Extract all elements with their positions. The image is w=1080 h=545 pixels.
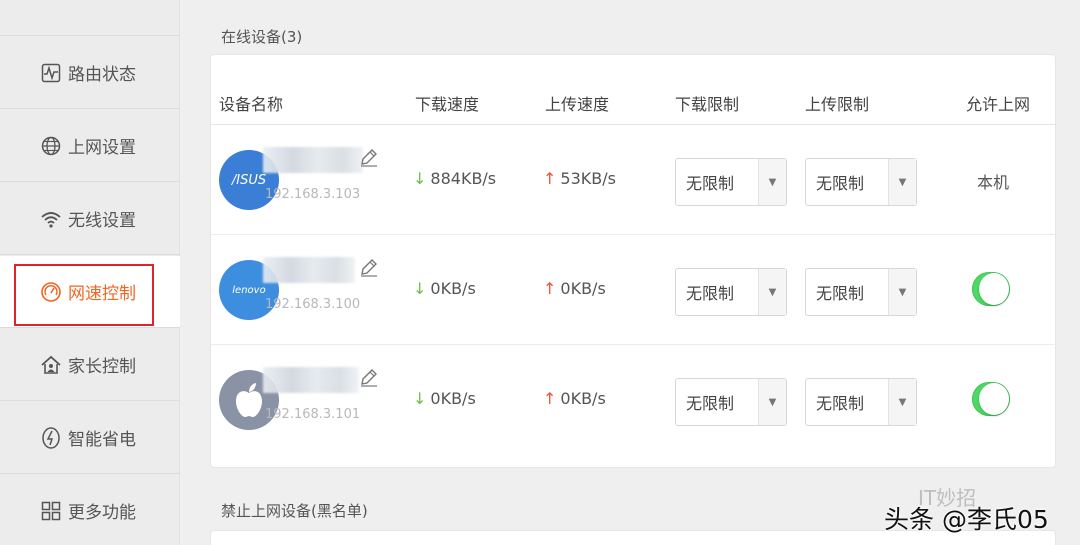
arrow-up-icon: ↑ [543, 389, 557, 408]
sidebar-item-more-functions[interactable]: 更多功能 [0, 475, 180, 545]
caret-down-icon: ▼ [758, 269, 786, 315]
download-limit-select[interactable]: 无限制 ▼ [675, 268, 787, 316]
header-upload-limit: 上传限制 [805, 95, 870, 114]
grid-icon [40, 500, 62, 522]
upload-speed: ↑ 0KB/s [543, 389, 606, 408]
power-save-icon [40, 426, 62, 449]
header-download-speed: 下载速度 [415, 95, 480, 114]
sidebar-item-label: 上网设置 [68, 138, 136, 158]
upload-limit-select[interactable]: 无限制 ▼ [805, 268, 917, 316]
header-device-name: 设备名称 [219, 95, 284, 114]
download-speed: ↓ 0KB/s [413, 389, 476, 408]
download-speed: ↓ 884KB/s [413, 169, 497, 188]
sidebar-item-wireless-settings[interactable]: 无线设置 [0, 183, 180, 255]
header-download-limit: 下载限制 [675, 95, 740, 114]
arrow-down-icon: ↓ [413, 169, 427, 188]
caret-down-icon: ▼ [758, 159, 786, 205]
watermark-author: 头条 @李氏05 [884, 505, 1049, 534]
device-name-blurred [263, 147, 363, 173]
arrow-down-icon: ↓ [413, 389, 427, 408]
table-row: lenovo 192.168.3.100 ↓ 0KB/s ↑ 0KB/s 无限制 ▼ … [211, 235, 1057, 345]
allow-internet-toggle[interactable] [972, 382, 1010, 416]
caret-down-icon: ▼ [888, 269, 916, 315]
download-limit-select[interactable]: 无限制 ▼ [675, 378, 787, 426]
caret-down-icon: ▼ [888, 379, 916, 425]
sidebar-top-strip [0, 0, 180, 36]
sidebar-item-power-saving[interactable]: 智能省电 [0, 402, 180, 474]
download-speed: ↓ 0KB/s [413, 279, 476, 298]
sidebar-item-parental-control[interactable]: 家长控制 [0, 329, 180, 401]
sidebar-item-label: 无线设置 [68, 211, 136, 231]
header-allow-internet: 允许上网 [966, 95, 1031, 114]
edit-icon[interactable] [359, 367, 381, 389]
upload-speed: ↑ 0KB/s [543, 279, 606, 298]
this-device-label: 本机 [977, 173, 1010, 192]
sidebar-item-router-status[interactable]: 路由状态 [0, 37, 180, 109]
upload-speed: ↑ 53KB/s [543, 169, 616, 188]
sidebar-item-internet-settings[interactable]: 上网设置 [0, 110, 180, 182]
caret-down-icon: ▼ [758, 379, 786, 425]
speed-gauge-icon [40, 281, 62, 303]
table-row: 192.168.3.101 ↓ 0KB/s ↑ 0KB/s 无限制 ▼ 无限制 ▼ [211, 345, 1057, 455]
sidebar-item-label: 智能省电 [68, 430, 136, 450]
device-name-blurred [263, 367, 359, 393]
sidebar: 路由状态 上网设置 无线设置 网速控制 家长控制 智能省电 更多功能 [0, 0, 180, 545]
allow-internet-toggle[interactable] [972, 272, 1010, 306]
sidebar-item-speed-control[interactable]: 网速控制 [0, 256, 180, 328]
device-ip: 192.168.3.101 [265, 407, 361, 422]
table-header: 设备名称 下载速度 上传速度 下载限制 上传限制 允许上网 [211, 55, 1057, 125]
header-upload-speed: 上传速度 [545, 95, 610, 114]
device-ip: 192.168.3.103 [265, 187, 361, 202]
upload-limit-select[interactable]: 无限制 ▼ [805, 158, 917, 206]
device-name-blurred [263, 257, 355, 283]
sidebar-item-label: 网速控制 [68, 284, 136, 304]
arrow-up-icon: ↑ [543, 169, 557, 188]
edit-icon[interactable] [359, 257, 381, 279]
arrow-up-icon: ↑ [543, 279, 557, 298]
toggle-knob [979, 383, 1009, 415]
toggle-knob [979, 273, 1009, 305]
caret-down-icon: ▼ [888, 159, 916, 205]
arrow-down-icon: ↓ [413, 279, 427, 298]
wifi-icon [40, 208, 62, 230]
table-row: /ISUS 192.168.3.103 ↓ 884KB/s ↑ 53KB/s 无限制… [211, 125, 1057, 235]
blacklist-title: 禁止上网设备(黑名单) [221, 502, 368, 520]
online-devices-title: 在线设备(3) [221, 28, 303, 46]
pulse-icon [40, 62, 62, 84]
upload-limit-select[interactable]: 无限制 ▼ [805, 378, 917, 426]
edit-icon[interactable] [359, 147, 381, 169]
online-devices-table: 设备名称 下载速度 上传速度 下载限制 上传限制 允许上网 /ISUS 192.… [210, 54, 1057, 468]
sidebar-item-label: 路由状态 [68, 65, 136, 85]
device-ip: 192.168.3.100 [265, 297, 361, 312]
sidebar-item-label: 更多功能 [68, 503, 136, 523]
house-icon [40, 354, 62, 376]
download-limit-select[interactable]: 无限制 ▼ [675, 158, 787, 206]
globe-icon [40, 135, 62, 157]
sidebar-item-label: 家长控制 [68, 357, 136, 377]
